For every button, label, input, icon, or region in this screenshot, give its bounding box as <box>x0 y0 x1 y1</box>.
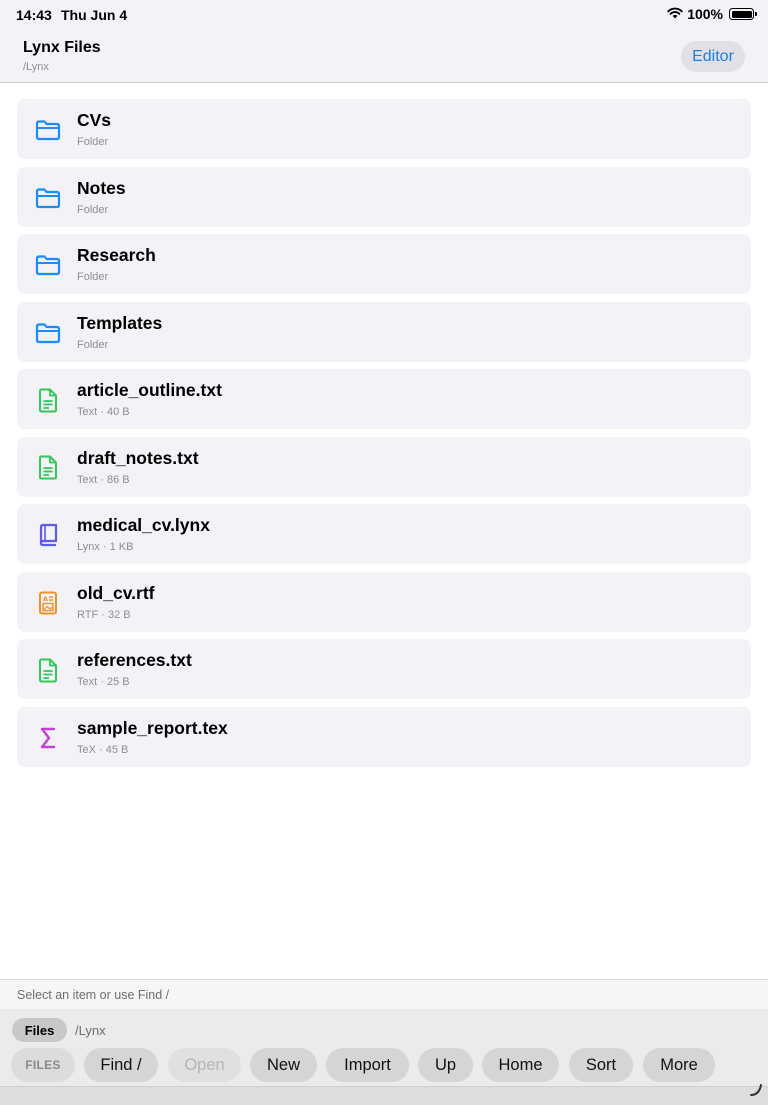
text-file-icon <box>35 657 61 683</box>
rtf-document-icon: A <box>35 590 61 616</box>
home-button[interactable]: Home <box>482 1048 559 1082</box>
file-name: Notes <box>77 177 126 198</box>
book-icon <box>35 522 61 548</box>
file-meta: Folder <box>77 136 109 148</box>
status-bar: 14:43 Thu Jun 4 100% <box>0 0 768 30</box>
file-row[interactable]: Aold_cv.rtf RTF · 32 B <box>17 571 751 632</box>
file-name: references.txt <box>77 650 192 670</box>
file-row[interactable]: Templates Folder <box>17 301 751 362</box>
file-name: sample_report.tex <box>77 717 228 738</box>
navigation-header: Lynx Files /Lynx Editor <box>0 30 768 83</box>
file-row[interactable]: draft_notes.txt Text · 86 B <box>17 436 751 497</box>
file-name: Templates <box>77 312 163 333</box>
find-button[interactable]: Find / <box>84 1048 158 1082</box>
sort-button[interactable]: Sort <box>569 1048 633 1082</box>
current-path: /Lynx <box>23 61 49 73</box>
bottom-toolbar: Files /Lynx FILES Find / Open New Import Up Ho… <box>0 1009 768 1086</box>
file-name: CVs <box>77 110 112 130</box>
files-mode-pill[interactable]: Files <box>12 1018 67 1042</box>
battery-percentage: 100% <box>687 6 723 22</box>
new-button[interactable]: New <box>250 1048 317 1082</box>
battery-fill <box>731 10 752 18</box>
file-meta: Lynx · 1 KB <box>77 541 134 553</box>
file-meta: Folder <box>77 271 109 283</box>
file-row[interactable]: Notes Folder <box>17 166 751 227</box>
file-meta: Folder <box>77 338 109 351</box>
file-name: Research <box>77 245 156 265</box>
status-indicators: 100% <box>667 6 757 22</box>
folder-icon <box>35 320 61 346</box>
file-row[interactable]: sample_report.tex TeX · 45 B <box>17 706 751 767</box>
file-meta: Text · 25 B <box>77 676 130 688</box>
file-name: draft_notes.txt <box>77 447 199 468</box>
folder-icon <box>35 185 61 211</box>
hint-bar: Select an item or use Find / <box>0 979 768 1009</box>
file-name: article_outline.txt <box>77 380 222 400</box>
page-title: Lynx Files <box>23 39 101 56</box>
file-name: old_cv.rtf <box>77 582 155 603</box>
toolbar-button-row: FILES Find / Open New Import Up Home Sort More <box>0 1048 768 1082</box>
more-button[interactable]: More <box>643 1048 715 1082</box>
import-button[interactable]: Import <box>326 1048 409 1082</box>
up-button[interactable]: Up <box>418 1048 473 1082</box>
text-file-icon <box>35 387 61 413</box>
hint-text: Select an item or use Find / <box>17 988 170 1002</box>
svg-text:A: A <box>43 595 48 603</box>
battery-icon <box>729 8 757 20</box>
mode-indicator-files: FILES <box>11 1048 75 1082</box>
sigma-icon <box>35 725 61 751</box>
file-meta: Text · 86 B <box>77 473 130 486</box>
file-meta: Text · 40 B <box>77 406 130 418</box>
status-time: 14:43 <box>16 7 52 23</box>
folder-icon <box>35 252 61 278</box>
file-row[interactable]: references.txt Text · 25 B <box>17 639 751 699</box>
resize-handle-icon[interactable] <box>749 1083 763 1102</box>
file-row[interactable]: Research Folder <box>17 234 751 294</box>
text-file-icon <box>35 455 61 481</box>
file-name: medical_cv.lynx <box>77 515 210 535</box>
toolbar-path: /Lynx <box>75 1023 106 1038</box>
folder-icon <box>35 117 61 143</box>
file-meta: TeX · 45 B <box>77 743 129 756</box>
file-row[interactable]: CVs Folder <box>17 99 751 159</box>
wifi-icon <box>667 6 683 22</box>
file-meta: Folder <box>77 203 109 216</box>
open-button: Open <box>168 1048 241 1082</box>
file-row[interactable]: article_outline.txt Text · 40 B <box>17 369 751 429</box>
editor-button[interactable]: Editor <box>681 41 745 72</box>
status-date: Thu Jun 4 <box>61 7 128 23</box>
file-row[interactable]: medical_cv.lynx Lynx · 1 KB <box>17 504 751 564</box>
file-meta: RTF · 32 B <box>77 608 131 621</box>
file-list: CVs Folder Notes Folder Research Folder Templa… <box>17 99 751 774</box>
bottom-strip <box>0 1083 768 1105</box>
